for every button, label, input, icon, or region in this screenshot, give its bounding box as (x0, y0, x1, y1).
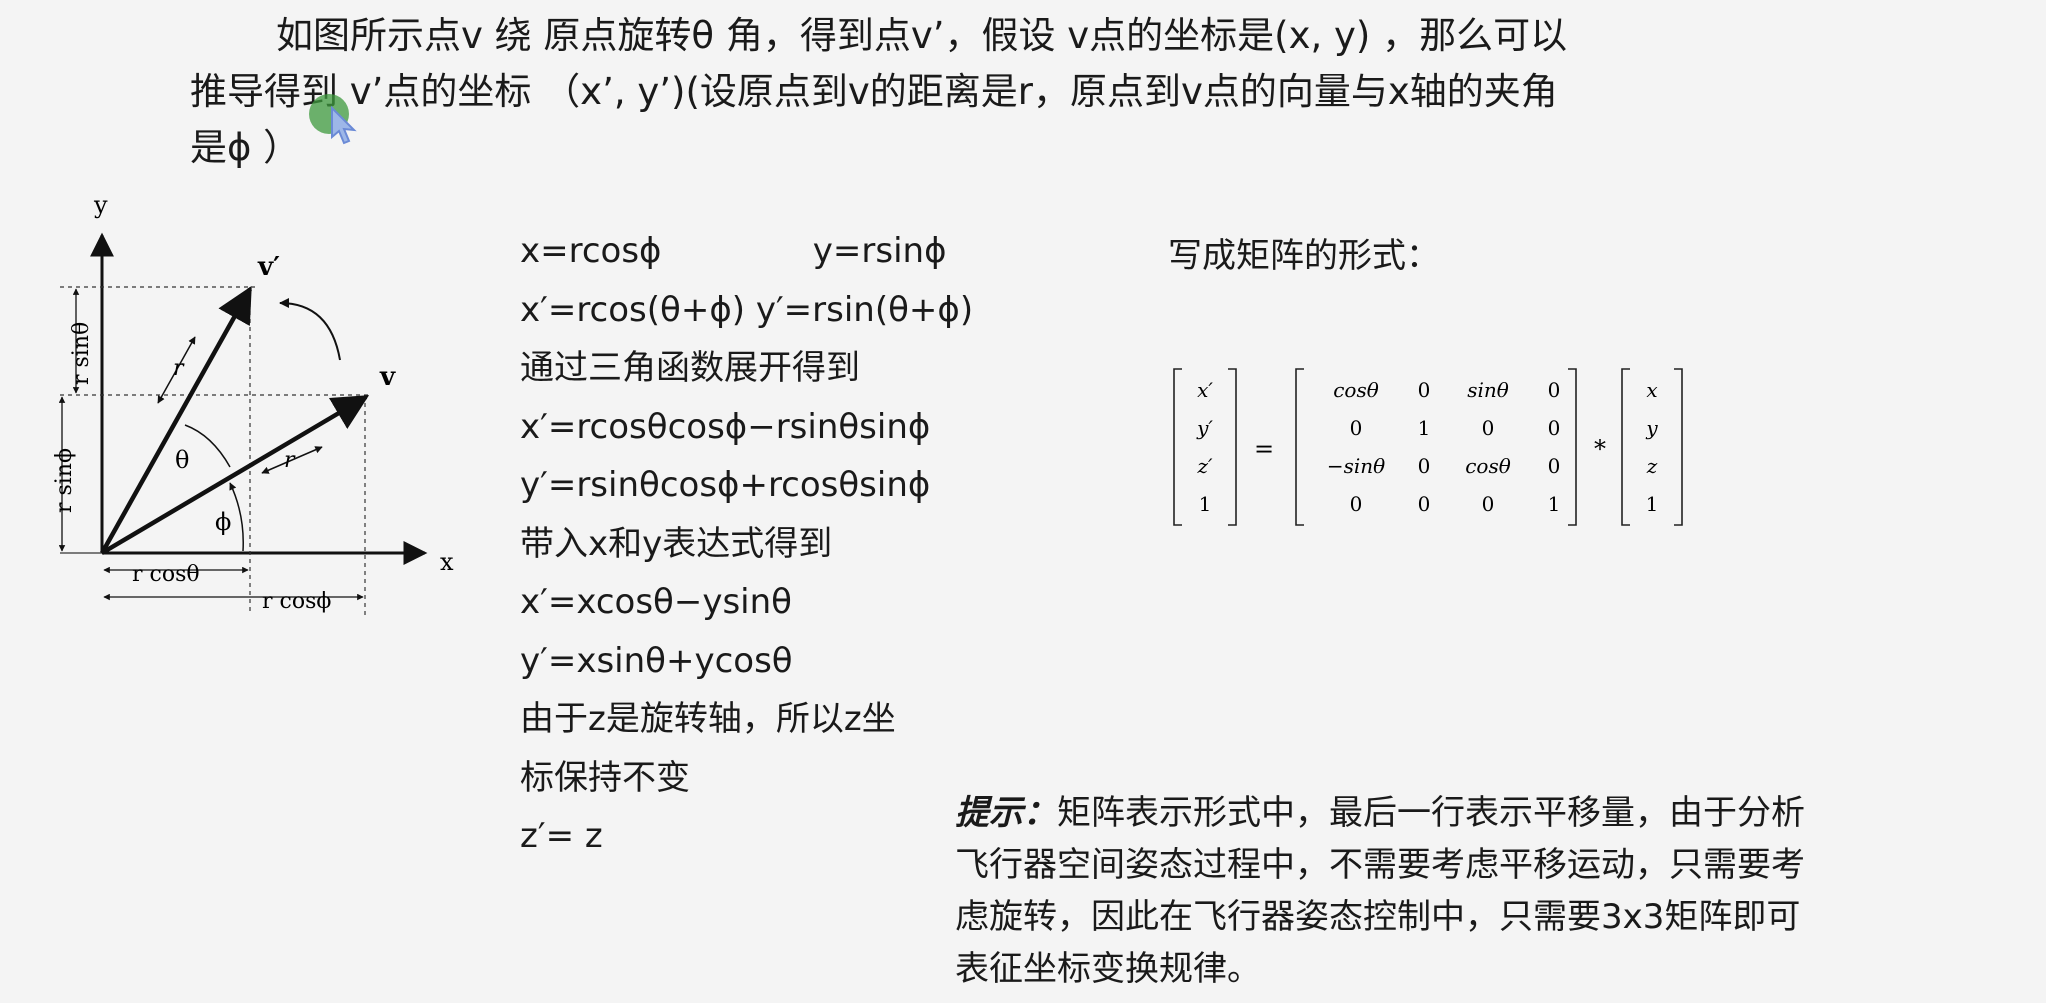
label-r-lower: r (284, 448, 296, 473)
tip-line-2: 飞行器空间姿态过程中，不需要考虑平移运动，只需要考 (955, 845, 1805, 885)
m43: 0 (1482, 492, 1495, 516)
matrix-form-heading: 写成矩阵的形式： (1168, 236, 1440, 276)
label-theta: θ (175, 446, 189, 474)
m44: 1 (1548, 492, 1561, 516)
equation-line: y′=rsinθcosϕ+rcosθsinϕ (520, 465, 931, 505)
label-v-prime: v′ (257, 252, 280, 282)
m12: 0 (1418, 378, 1431, 402)
m33: cosθ (1465, 454, 1511, 478)
tip-note: 提示：矩阵表示形式中，最后一行表示平移量，由于分析 飞行器空间姿态过程中，不需要… (955, 787, 2035, 995)
x-axis-label: x (440, 548, 454, 576)
intro-line-1-text: 如图所示点v 绕 原点旋转θ 角，得到点v’，假设 v点的坐标是(x, y) ，… (276, 14, 1568, 57)
lhs-y-prime: y′ (1196, 416, 1213, 440)
m34: 0 (1548, 454, 1561, 478)
equals-sign: = (1254, 435, 1274, 463)
tip-label: 提示： (955, 793, 1057, 833)
label-r-upper: r (173, 356, 185, 381)
label-r-sin-phi: r sinϕ (52, 448, 77, 513)
lhs-x-prime: x′ (1197, 378, 1213, 402)
equation-line: x=rcosϕ y=rsinϕ (520, 231, 947, 271)
tip-line-1-text: 矩阵表示形式中，最后一行表示平移量，由于分析 (1057, 793, 1805, 833)
rhs-one: 1 (1646, 492, 1659, 516)
m42: 0 (1418, 492, 1431, 516)
y-axis-label: y (93, 191, 108, 219)
label-phi: ϕ (215, 508, 231, 536)
equation-line: 标保持不变 (520, 757, 690, 798)
equation-line: 通过三角函数展开得到 (520, 348, 860, 388)
tip-line-3: 虑旋转，因此在飞行器姿态控制中，只需要3x3矩阵即可 (955, 897, 1801, 937)
equation-line: 由于z是旋转轴，所以z坐 (520, 699, 896, 739)
label-r-cos-phi: r cosϕ (262, 589, 331, 614)
m23: 0 (1482, 416, 1495, 440)
lhs-one: 1 (1199, 492, 1212, 516)
label-r-cos-theta: r cosθ (132, 562, 200, 587)
m14: 0 (1548, 378, 1561, 402)
rotation-arrow (279, 298, 341, 361)
m31: −sinθ (1327, 454, 1385, 478)
label-v: v (379, 362, 396, 392)
equation-line: x′=rcos(θ+ϕ) y′=rsin(θ+ϕ) (520, 289, 974, 330)
intro-paragraph: 如图所示点v 绕 原点旋转θ 角，得到点v’，假设 v点的坐标是(x, y) ，… (190, 8, 1750, 176)
equation-line: 带入x和y表达式得到 (520, 523, 833, 564)
rhs-x: x (1646, 378, 1657, 402)
vector-v (100, 395, 370, 555)
equation-line: x′=xcosθ−ysinθ (520, 582, 792, 622)
intro-line-2: 推导得到 v’点的坐标 （x’, y’)(设原点到v的距离是r，原点到v点的向量… (190, 70, 1558, 113)
rotation-matrix-equation: x′ y′ z′ 1 = cosθ 0 sinθ 0 0 1 0 0 −sinθ… (1173, 368, 1683, 526)
m22: 1 (1418, 416, 1431, 440)
times-sign: * (1594, 435, 1606, 463)
equation-line: z′= z (520, 816, 603, 856)
intro-line-3: 是ϕ ） (190, 126, 301, 169)
derivation-equations: x=rcosϕ y=rsinϕ x′=rcos(θ+ϕ) y′=rsin(θ+ϕ… (520, 222, 973, 866)
equation-line: y′=xsinθ+ycosθ (520, 640, 793, 681)
m24: 0 (1548, 416, 1561, 440)
rotation-diagram: y x v′ v r r θ ϕ r sinθ r sinϕ r cosθ r … (52, 191, 454, 615)
tip-line-1: 提示：矩阵表示形式中，最后一行表示平移量，由于分析 (955, 787, 2035, 839)
tip-line-4: 表征坐标变换规律。 (955, 949, 1261, 989)
rhs-y: y (1645, 416, 1658, 440)
intro-line-1: 如图所示点v 绕 原点旋转θ 角，得到点v’，假设 v点的坐标是(x, y) ，… (190, 8, 1750, 64)
mouse-cursor-icon (309, 94, 357, 145)
m41: 0 (1350, 492, 1363, 516)
lhs-z-prime: z′ (1196, 454, 1213, 478)
m32: 0 (1418, 454, 1431, 478)
m13: sinθ (1467, 378, 1509, 402)
label-r-sin-theta: r sinθ (69, 322, 94, 385)
m11: cosθ (1333, 378, 1379, 402)
rhs-z: z (1646, 454, 1658, 478)
equation-line: x′=rcosθcosϕ−rsinθsinϕ (520, 406, 931, 447)
m21: 0 (1350, 416, 1363, 440)
